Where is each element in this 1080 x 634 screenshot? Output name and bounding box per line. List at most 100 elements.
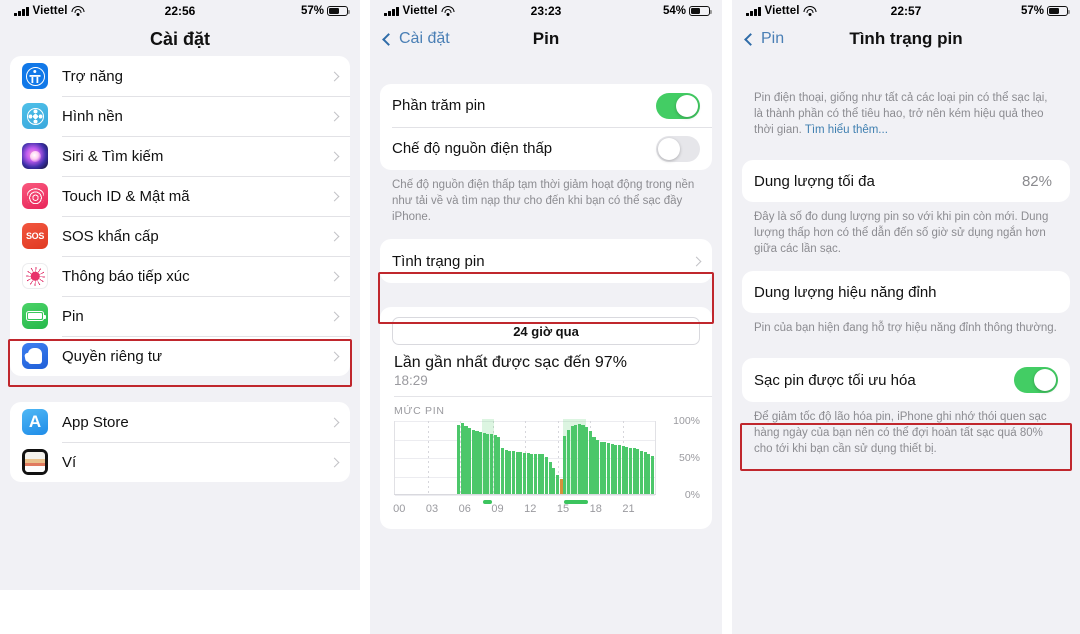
chart-bar xyxy=(490,434,494,495)
chart-bar xyxy=(497,436,501,495)
battery-icon xyxy=(22,303,48,329)
chart-bar xyxy=(493,435,497,495)
chart-bar xyxy=(607,443,611,495)
back-button-battery[interactable]: Pin xyxy=(744,30,785,48)
battery-toggle-group: Phần trăm pin Chế độ nguồn điện thấp xyxy=(380,84,712,170)
touchid-icon xyxy=(22,183,48,209)
chart-bar xyxy=(555,475,559,495)
chart-bar xyxy=(621,446,625,495)
learn-more-link[interactable]: Tìm hiểu thêm... xyxy=(805,124,888,136)
chart-bar xyxy=(533,453,537,495)
toggle-battery-percentage[interactable] xyxy=(656,92,700,119)
optimized-charging-card: Sạc pin được tối ưu hóa xyxy=(742,358,1070,402)
chart-bar xyxy=(482,432,486,495)
chevron-left-icon xyxy=(382,32,395,46)
sidebar-item-wallpaper[interactable]: Hình nền xyxy=(10,96,350,136)
chart-bar xyxy=(471,429,475,495)
sidebar-item-app-store[interactable]: A App Store xyxy=(10,402,350,442)
chart-bar xyxy=(596,440,600,495)
chart-bar xyxy=(625,446,629,495)
battery-percent-label: 57% xyxy=(300,5,324,17)
privacy-hand-icon xyxy=(22,343,48,369)
row-label: Dung lượng tối đa xyxy=(754,172,875,190)
phone-panel-settings: Viettel 22:56 57% Cài đặt Trợ năng Hình … xyxy=(0,0,360,634)
chart-plot-area xyxy=(394,419,656,504)
status-bar-panel2: Viettel 23:23 54% xyxy=(370,0,722,22)
optimized-charging-note: Để giảm tốc độ lão hóa pin, iPhone ghi n… xyxy=(754,411,1047,455)
accessibility-icon xyxy=(22,63,48,89)
back-button-label: Pin xyxy=(761,30,785,47)
row-label: Dung lượng hiệu năng đỉnh xyxy=(754,283,937,301)
row-label: Trợ năng xyxy=(62,67,123,85)
low-power-mode-description: Chế độ nguồn điện thấp tạm thời giảm hoạ… xyxy=(392,179,695,223)
sidebar-item-battery[interactable]: Pin xyxy=(10,296,350,336)
chart-bar xyxy=(639,450,644,495)
chevron-right-icon xyxy=(329,311,340,321)
chart-bar xyxy=(559,478,563,495)
chart-bar xyxy=(475,430,479,495)
chart-bar xyxy=(588,431,592,495)
chart-bar xyxy=(632,448,636,495)
last-charge-title: Lần gần nhất được sạc đến 97% xyxy=(394,354,627,371)
status-right-group: 54% xyxy=(663,5,713,17)
max-capacity-value: 82% xyxy=(1021,172,1052,190)
sidebar-item-privacy[interactable]: Quyền riêng tư xyxy=(10,336,350,376)
phone-panel-battery-health: Viettel 22:57 57% Pin Tình trạng pin Pin… xyxy=(732,0,1080,634)
wallpaper-icon xyxy=(22,103,48,129)
chevron-right-icon xyxy=(691,256,702,266)
back-button-label: Cài đặt xyxy=(399,30,450,47)
chart-bar xyxy=(599,441,603,495)
row-label: Phần trăm pin xyxy=(392,97,486,114)
segment-24-hours[interactable]: 24 giờ qua xyxy=(392,317,700,345)
chart-bar xyxy=(574,424,578,495)
sidebar-item-exposure-notifications[interactable]: Thông báo tiếp xúc xyxy=(10,256,350,296)
chart-bar xyxy=(515,452,519,495)
sidebar-item-wallet[interactable]: Ví xyxy=(10,442,350,482)
chevron-right-icon xyxy=(329,111,340,121)
row-label: Hình nền xyxy=(62,107,123,125)
last-charge-time: 18:29 xyxy=(394,373,428,388)
battery-usage-card: 24 giờ qua Lần gần nhất được sạc đến 97%… xyxy=(380,307,712,529)
y-tick-100: 100% xyxy=(673,415,700,427)
page-title: Cài đặt xyxy=(149,28,210,49)
chart-bar xyxy=(585,426,589,495)
x-tick: 00 xyxy=(393,503,406,515)
row-low-power-mode[interactable]: Chế độ nguồn điện thấp xyxy=(380,127,712,170)
sos-icon: SOS xyxy=(22,223,48,249)
row-max-capacity: Dung lượng tối đa 82% xyxy=(742,160,1070,202)
exposure-notification-icon xyxy=(22,263,48,289)
row-battery-health[interactable]: Tình trạng pin xyxy=(380,239,712,283)
chart-bar xyxy=(563,435,567,495)
chart-bar xyxy=(552,468,556,495)
nav-bar-panel3: Pin Tình trạng pin xyxy=(732,22,1080,56)
chart-bar xyxy=(468,428,472,495)
chart-bar xyxy=(570,426,574,495)
chart-baseline xyxy=(394,494,656,495)
chart-bar xyxy=(643,452,647,495)
sidebar-item-touch-id-passcode[interactable]: Touch ID & Mật mã xyxy=(10,176,350,216)
settings-group-store: A App Store Ví xyxy=(10,402,350,482)
chart-bar xyxy=(566,429,570,495)
sidebar-item-siri-search[interactable]: Siri & Tìm kiếm xyxy=(10,136,350,176)
toggle-optimized-charging[interactable] xyxy=(1014,367,1058,393)
chart-bar xyxy=(464,426,468,495)
battery-icon xyxy=(1047,5,1071,17)
chevron-right-icon xyxy=(329,151,340,161)
chart-title: MỨC PIN xyxy=(394,405,445,417)
panel-divider-2 xyxy=(722,0,732,634)
sidebar-item-accessibility[interactable]: Trợ năng xyxy=(10,56,350,96)
phone-panel-battery: Viettel 23:23 54% Cài đặt Pin Phần trăm … xyxy=(370,0,722,634)
row-label: Touch ID & Mật mã xyxy=(62,187,190,205)
toggle-low-power-mode[interactable] xyxy=(656,135,700,162)
segment-label: 24 giờ qua xyxy=(513,323,579,339)
x-tick: 12 xyxy=(524,503,537,515)
chart-bar xyxy=(647,454,651,495)
row-label: App Store xyxy=(62,413,129,431)
sidebar-item-emergency-sos[interactable]: SOS SOS khẩn cấp xyxy=(10,216,350,256)
battery-health-intro: Pin điện thoại, giống như tất cả các loạ… xyxy=(732,90,1080,138)
row-battery-percentage[interactable]: Phần trăm pin xyxy=(380,84,712,127)
chart-bar xyxy=(526,452,530,495)
intro-text: Pin điện thoại, giống như tất cả các loạ… xyxy=(754,92,1048,136)
row-optimized-charging[interactable]: Sạc pin được tối ưu hóa xyxy=(742,358,1070,402)
back-button-settings[interactable]: Cài đặt xyxy=(382,30,450,48)
